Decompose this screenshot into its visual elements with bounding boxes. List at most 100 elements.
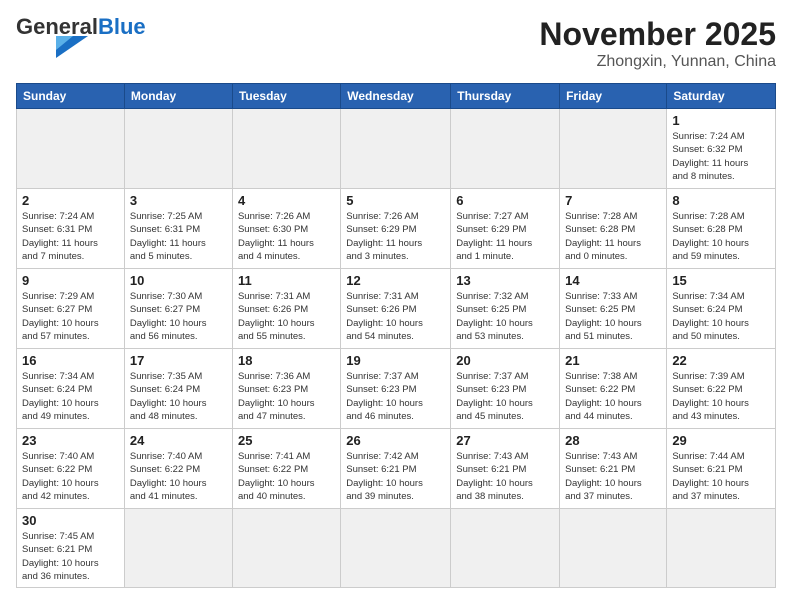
day-info: Sunrise: 7:37 AMSunset: 6:23 PMDaylight:… <box>456 370 554 423</box>
day-number: 7 <box>565 193 661 208</box>
location: Zhongxin, Yunnan, China <box>539 53 776 71</box>
day-number: 29 <box>672 433 770 448</box>
day-info: Sunrise: 7:32 AMSunset: 6:25 PMDaylight:… <box>456 290 554 343</box>
day-number: 23 <box>22 433 119 448</box>
day-info: Sunrise: 7:25 AMSunset: 6:31 PMDaylight:… <box>130 210 227 263</box>
calendar-day-cell: 13 Sunrise: 7:32 AMSunset: 6:25 PMDayligh… <box>451 269 560 349</box>
calendar-day-cell: 18 Sunrise: 7:36 AMSunset: 6:23 PMDayligh… <box>232 349 340 429</box>
day-info: Sunrise: 7:37 AMSunset: 6:23 PMDaylight:… <box>346 370 445 423</box>
day-number: 15 <box>672 273 770 288</box>
weekday-header-wednesday: Wednesday <box>341 84 451 109</box>
day-number: 18 <box>238 353 335 368</box>
day-number: 1 <box>672 113 770 128</box>
day-number: 14 <box>565 273 661 288</box>
day-number: 13 <box>456 273 554 288</box>
day-info: Sunrise: 7:28 AMSunset: 6:28 PMDaylight:… <box>565 210 661 263</box>
day-number: 5 <box>346 193 445 208</box>
calendar-day-cell: 24 Sunrise: 7:40 AMSunset: 6:22 PMDayligh… <box>124 429 232 509</box>
day-number: 6 <box>456 193 554 208</box>
day-info: Sunrise: 7:31 AMSunset: 6:26 PMDaylight:… <box>238 290 335 343</box>
day-info: Sunrise: 7:24 AMSunset: 6:32 PMDaylight:… <box>672 130 770 183</box>
calendar-day-cell: 8 Sunrise: 7:28 AMSunset: 6:28 PMDaylight… <box>667 189 776 269</box>
calendar-day-cell: 6 Sunrise: 7:27 AMSunset: 6:29 PMDaylight… <box>451 189 560 269</box>
calendar-day-cell: 1 Sunrise: 7:24 AMSunset: 6:32 PMDaylight… <box>667 109 776 189</box>
weekday-header-thursday: Thursday <box>451 84 560 109</box>
day-info: Sunrise: 7:40 AMSunset: 6:22 PMDaylight:… <box>22 450 119 503</box>
calendar-day-cell <box>341 109 451 189</box>
calendar-day-cell: 19Sunrise: 7:37 AMSunset: 6:23 PMDayligh… <box>341 349 451 429</box>
logo-general: General <box>16 16 98 38</box>
day-info: Sunrise: 7:26 AMSunset: 6:29 PMDaylight:… <box>346 210 445 263</box>
month-title: November 2025 <box>539 16 776 53</box>
weekday-header-monday: Monday <box>124 84 232 109</box>
calendar-day-cell: 10Sunrise: 7:30 AMSunset: 6:27 PMDayligh… <box>124 269 232 349</box>
day-number: 16 <box>22 353 119 368</box>
calendar-week-row: 2Sunrise: 7:24 AMSunset: 6:31 PMDaylight… <box>17 189 776 269</box>
day-info: Sunrise: 7:29 AMSunset: 6:27 PMDaylight:… <box>22 290 119 343</box>
calendar-day-cell: 26 Sunrise: 7:42 AMSunset: 6:21 PMDayligh… <box>341 429 451 509</box>
calendar-day-cell <box>560 509 667 588</box>
day-info: Sunrise: 7:31 AMSunset: 6:26 PMDaylight:… <box>346 290 445 343</box>
calendar-day-cell: 5 Sunrise: 7:26 AMSunset: 6:29 PMDaylight… <box>341 189 451 269</box>
calendar-day-cell: 30Sunrise: 7:45 AMSunset: 6:21 PMDayligh… <box>17 509 125 588</box>
calendar-week-row: 9Sunrise: 7:29 AMSunset: 6:27 PMDaylight… <box>17 269 776 349</box>
calendar-day-cell <box>341 509 451 588</box>
day-info: Sunrise: 7:38 AMSunset: 6:22 PMDaylight:… <box>565 370 661 423</box>
day-number: 8 <box>672 193 770 208</box>
calendar-week-row: 23 Sunrise: 7:40 AMSunset: 6:22 PMDayligh… <box>17 429 776 509</box>
calendar-day-cell <box>124 109 232 189</box>
logo-blue: Blue <box>98 16 146 38</box>
calendar-day-cell: 16Sunrise: 7:34 AMSunset: 6:24 PMDayligh… <box>17 349 125 429</box>
day-info: Sunrise: 7:43 AMSunset: 6:21 PMDaylight:… <box>565 450 661 503</box>
calendar-day-cell: 4Sunrise: 7:26 AMSunset: 6:30 PMDaylight… <box>232 189 340 269</box>
calendar-table: SundayMondayTuesdayWednesdayThursdayFrid… <box>16 83 776 588</box>
day-info: Sunrise: 7:27 AMSunset: 6:29 PMDaylight:… <box>456 210 554 263</box>
day-info: Sunrise: 7:26 AMSunset: 6:30 PMDaylight:… <box>238 210 335 263</box>
day-number: 30 <box>22 513 119 528</box>
day-number: 26 <box>346 433 445 448</box>
day-number: 21 <box>565 353 661 368</box>
calendar-day-cell <box>667 509 776 588</box>
calendar-day-cell: 12 Sunrise: 7:31 AMSunset: 6:26 PMDayligh… <box>341 269 451 349</box>
day-number: 12 <box>346 273 445 288</box>
day-info: Sunrise: 7:41 AMSunset: 6:22 PMDaylight:… <box>238 450 335 503</box>
day-info: Sunrise: 7:40 AMSunset: 6:22 PMDaylight:… <box>130 450 227 503</box>
logo: General Blue <box>16 16 146 58</box>
calendar-day-cell: 23 Sunrise: 7:40 AMSunset: 6:22 PMDayligh… <box>17 429 125 509</box>
day-info: Sunrise: 7:36 AMSunset: 6:23 PMDaylight:… <box>238 370 335 423</box>
day-info: Sunrise: 7:33 AMSunset: 6:25 PMDaylight:… <box>565 290 661 343</box>
day-number: 17 <box>130 353 227 368</box>
calendar-day-cell: 7 Sunrise: 7:28 AMSunset: 6:28 PMDaylight… <box>560 189 667 269</box>
calendar-day-cell <box>451 509 560 588</box>
logo-icon <box>18 36 88 58</box>
page-header: General Blue November 2025 Zhongxin, Yun… <box>16 16 776 71</box>
calendar-day-cell: 29Sunrise: 7:44 AMSunset: 6:21 PMDayligh… <box>667 429 776 509</box>
day-number: 22 <box>672 353 770 368</box>
day-info: Sunrise: 7:42 AMSunset: 6:21 PMDaylight:… <box>346 450 445 503</box>
calendar-day-cell: 3 Sunrise: 7:25 AMSunset: 6:31 PMDaylight… <box>124 189 232 269</box>
calendar-day-cell: 11Sunrise: 7:31 AMSunset: 6:26 PMDayligh… <box>232 269 340 349</box>
day-number: 24 <box>130 433 227 448</box>
day-number: 25 <box>238 433 335 448</box>
calendar-week-row: 1 Sunrise: 7:24 AMSunset: 6:32 PMDaylight… <box>17 109 776 189</box>
calendar-day-cell <box>124 509 232 588</box>
day-info: Sunrise: 7:34 AMSunset: 6:24 PMDaylight:… <box>672 290 770 343</box>
day-info: Sunrise: 7:28 AMSunset: 6:28 PMDaylight:… <box>672 210 770 263</box>
calendar-day-cell: 2Sunrise: 7:24 AMSunset: 6:31 PMDaylight… <box>17 189 125 269</box>
weekday-header-sunday: Sunday <box>17 84 125 109</box>
day-number: 28 <box>565 433 661 448</box>
calendar-day-cell: 22Sunrise: 7:39 AMSunset: 6:22 PMDayligh… <box>667 349 776 429</box>
day-info: Sunrise: 7:35 AMSunset: 6:24 PMDaylight:… <box>130 370 227 423</box>
calendar-day-cell <box>232 509 340 588</box>
weekday-header-tuesday: Tuesday <box>232 84 340 109</box>
weekday-header-friday: Friday <box>560 84 667 109</box>
calendar-day-cell: 27Sunrise: 7:43 AMSunset: 6:21 PMDayligh… <box>451 429 560 509</box>
calendar-day-cell: 9Sunrise: 7:29 AMSunset: 6:27 PMDaylight… <box>17 269 125 349</box>
calendar-day-cell: 21 Sunrise: 7:38 AMSunset: 6:22 PMDayligh… <box>560 349 667 429</box>
calendar-day-cell <box>17 109 125 189</box>
day-info: Sunrise: 7:43 AMSunset: 6:21 PMDaylight:… <box>456 450 554 503</box>
day-number: 10 <box>130 273 227 288</box>
day-number: 3 <box>130 193 227 208</box>
calendar-day-cell <box>232 109 340 189</box>
calendar-day-cell: 15 Sunrise: 7:34 AMSunset: 6:24 PMDayligh… <box>667 269 776 349</box>
